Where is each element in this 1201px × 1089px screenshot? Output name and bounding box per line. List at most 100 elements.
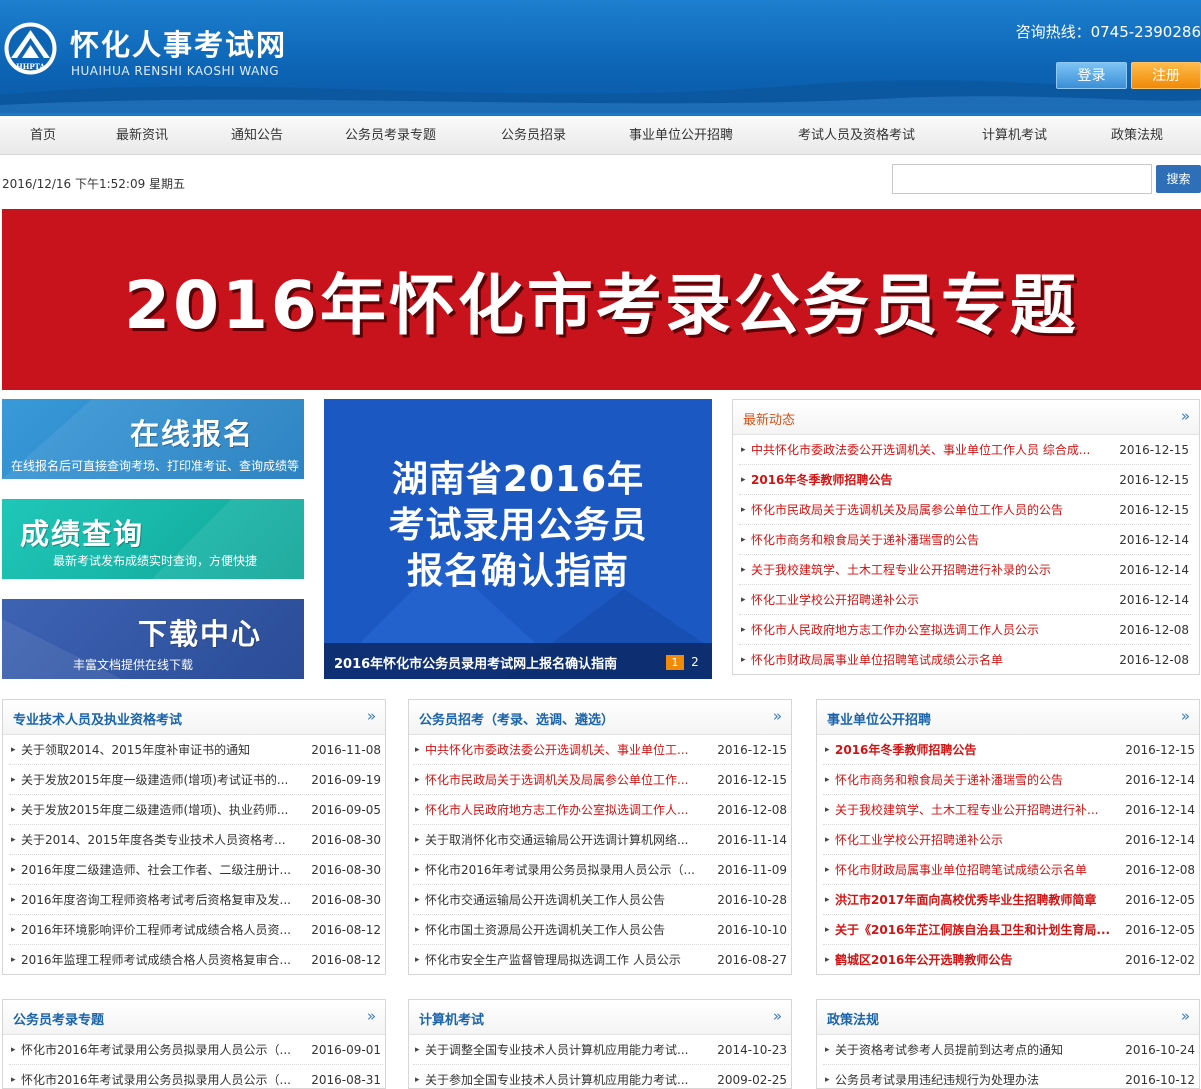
list-item-title[interactable]: 怀化市财政局属事业单位招聘笔试成绩公示名单 bbox=[835, 855, 1115, 885]
register-button[interactable]: 注册 bbox=[1131, 62, 1201, 89]
site-logo-icon[interactable]: HHPTA bbox=[3, 20, 58, 77]
list-item[interactable]: ▸ 2016年冬季教师招聘公告 2016-12-15 bbox=[741, 465, 1189, 495]
slide-dot-1[interactable]: 1 bbox=[666, 655, 684, 670]
list-item-title[interactable]: 怀化市人民政府地方志工作办公室拟选调工作人... bbox=[425, 795, 707, 825]
list-item-title[interactable]: 怀化市人民政府地方志工作办公室拟选调工作人员公示 bbox=[751, 615, 1101, 645]
list-item-title[interactable]: 关于《2016年芷江侗族自治县卫生和计划生育局... bbox=[835, 915, 1115, 945]
nav-item-notices[interactable]: 通知公告 bbox=[231, 116, 283, 155]
list-item-title[interactable]: 怀化市民政局关于选调机关及局属参公单位工作... bbox=[425, 765, 707, 795]
list-item[interactable]: ▸ 公务员考试录用违纪违规行为处理办法 2016-10-12 bbox=[825, 1065, 1195, 1088]
nav-item-news[interactable]: 最新资讯 bbox=[116, 116, 168, 155]
list-item[interactable]: ▸ 关于资格考试参考人员提前到达考点的通知 2016-10-24 bbox=[825, 1035, 1195, 1065]
nav-item-institution[interactable]: 事业单位公开招聘 bbox=[629, 116, 733, 155]
list-item[interactable]: ▸ 关于调整全国专业技术人员计算机应用能力考试... 2014-10-23 bbox=[415, 1035, 787, 1065]
list-item-title[interactable]: 关于发放2015年度二级建造师(增项)、执业药师... bbox=[21, 795, 301, 825]
list-item[interactable]: ▸ 关于《2016年芷江侗族自治县卫生和计划生育局... 2016-12-05 bbox=[825, 915, 1195, 945]
list-item[interactable]: ▸ 关于发放2015年度一级建造师(增项)考试证书的... 2016-09-19 bbox=[11, 765, 381, 795]
list-item[interactable]: ▸ 2016年度咨询工程师资格考试考后资格复审及发... 2016-08-30 bbox=[11, 885, 381, 915]
list-item-title[interactable]: 2016年冬季教师招聘公告 bbox=[835, 735, 1115, 765]
list-item[interactable]: ▸ 怀化市2016年考试录用公务员拟录用人员公示（... 2016-09-01 bbox=[11, 1035, 381, 1065]
list-item-title[interactable]: 关于我校建筑学、土木工程专业公开招聘进行补录的公示 bbox=[751, 555, 1101, 585]
more-icon[interactable]: » bbox=[1181, 407, 1190, 425]
list-item[interactable]: ▸ 洪江市2017年面向高校优秀毕业生招聘教师简章 2016-12-05 bbox=[825, 885, 1195, 915]
list-item-title[interactable]: 怀化市商务和粮食局关于递补潘瑞雪的公告 bbox=[751, 525, 1101, 555]
list-item-title[interactable]: 2016年监理工程师考试成绩合格人员资格复审合... bbox=[21, 945, 301, 974]
list-item-title[interactable]: 公务员考试录用违纪违规行为处理办法 bbox=[835, 1065, 1115, 1088]
list-item[interactable]: ▸ 关于参加全国专业技术人员计算机应用能力考试... 2009-02-25 bbox=[415, 1065, 787, 1088]
slide-dot-2[interactable]: 2 bbox=[688, 655, 702, 670]
list-item-title[interactable]: 2016年环境影响评价工程师考试成绩合格人员资... bbox=[21, 915, 301, 945]
list-item[interactable]: ▸ 怀化市2016年考试录用公务员拟录用人员公示（... 2016-08-31 bbox=[11, 1065, 381, 1088]
list-item[interactable]: ▸ 怀化市民政局关于选调机关及局属参公单位工作... 2016-12-15 bbox=[415, 765, 787, 795]
list-item-title[interactable]: 怀化工业学校公开招聘递补公示 bbox=[751, 585, 1101, 615]
list-item-title[interactable]: 关于领取2014、2015年度补审证书的通知 bbox=[21, 735, 301, 765]
topic-banner[interactable]: 2016年怀化市考录公务员专题 bbox=[2, 209, 1201, 390]
list-item[interactable]: ▸ 关于2014、2015年度各类专业技术人员资格考... 2016-08-30 bbox=[11, 825, 381, 855]
login-button[interactable]: 登录 bbox=[1056, 62, 1127, 89]
download-center-link[interactable]: 下载中心 丰富文档提供在线下载 bbox=[2, 599, 304, 679]
slideshow[interactable]: 湖南省2016年 考试录用公务员 报名确认指南 bbox=[324, 399, 712, 679]
list-item[interactable]: ▸ 怀化市财政局属事业单位招聘笔试成绩公示名单 2016-12-08 bbox=[825, 855, 1195, 885]
list-item[interactable]: ▸ 怀化市财政局属事业单位招聘笔试成绩公示名单 2016-12-08 bbox=[741, 645, 1189, 674]
list-item-title[interactable]: 关于2014、2015年度各类专业技术人员资格考... bbox=[21, 825, 301, 855]
search-button[interactable]: 搜索 bbox=[1156, 165, 1201, 193]
list-item[interactable]: ▸ 怀化市2016年考试录用公务员拟录用人员公示（... 2016-11-09 bbox=[415, 855, 787, 885]
nav-item-exam-qualification[interactable]: 考试人员及资格考试 bbox=[798, 116, 915, 155]
list-item-title[interactable]: 关于发放2015年度一级建造师(增项)考试证书的... bbox=[21, 765, 301, 795]
list-item[interactable]: ▸ 2016年环境影响评价工程师考试成绩合格人员资... 2016-08-12 bbox=[11, 915, 381, 945]
list-item[interactable]: ▸ 怀化市民政局关于选调机关及局属参公单位工作人员的公告 2016-12-15 bbox=[741, 495, 1189, 525]
list-item-title[interactable]: 鹤城区2016年公开选聘教师公告 bbox=[835, 945, 1115, 974]
nav-item-policy[interactable]: 政策法规 bbox=[1111, 116, 1163, 155]
list-item-title[interactable]: 关于资格考试参考人员提前到达考点的通知 bbox=[835, 1035, 1115, 1065]
list-item[interactable]: ▸ 怀化市人民政府地方志工作办公室拟选调工作人员公示 2016-12-08 bbox=[741, 615, 1189, 645]
list-item-title[interactable]: 关于我校建筑学、土木工程专业公开招聘进行补... bbox=[835, 795, 1115, 825]
list-item-title[interactable]: 怀化市2016年考试录用公务员拟录用人员公示（... bbox=[21, 1065, 301, 1088]
list-item[interactable]: ▸ 怀化工业学校公开招聘递补公示 2016-12-14 bbox=[741, 585, 1189, 615]
list-item[interactable]: ▸ 怀化市交通运输局公开选调机关工作人员公告 2016-10-28 bbox=[415, 885, 787, 915]
online-register-link[interactable]: 在线报名 在线报名后可直接查询考场、打印准考证、查询成绩等 bbox=[2, 399, 304, 479]
more-icon[interactable]: » bbox=[367, 1007, 376, 1025]
nav-item-home[interactable]: 首页 bbox=[30, 116, 56, 155]
list-item-title[interactable]: 怀化市2016年考试录用公务员拟录用人员公示（... bbox=[21, 1035, 301, 1065]
more-icon[interactable]: » bbox=[773, 1007, 782, 1025]
more-icon[interactable]: » bbox=[1181, 707, 1190, 725]
list-item-title[interactable]: 怀化市财政局属事业单位招聘笔试成绩公示名单 bbox=[751, 645, 1101, 674]
list-item-title[interactable]: 关于调整全国专业技术人员计算机应用能力考试... bbox=[425, 1035, 707, 1065]
list-item[interactable]: ▸ 2016年度二级建造师、社会工作者、二级注册计... 2016-08-30 bbox=[11, 855, 381, 885]
list-item-title[interactable]: 怀化市2016年考试录用公务员拟录用人员公示（... bbox=[425, 855, 707, 885]
list-item-title[interactable]: 怀化市民政局关于选调机关及局属参公单位工作人员的公告 bbox=[751, 495, 1101, 525]
list-item-title[interactable]: 2016年度咨询工程师资格考试考后资格复审及发... bbox=[21, 885, 301, 915]
list-item[interactable]: ▸ 关于我校建筑学、土木工程专业公开招聘进行补... 2016-12-14 bbox=[825, 795, 1195, 825]
list-item-title[interactable]: 洪江市2017年面向高校优秀毕业生招聘教师简章 bbox=[835, 885, 1115, 915]
nav-item-computer[interactable]: 计算机考试 bbox=[982, 116, 1047, 155]
list-item[interactable]: ▸ 怀化市国土资源局公开选调机关工作人员公告 2016-10-10 bbox=[415, 915, 787, 945]
list-item-title[interactable]: 怀化市国土资源局公开选调机关工作人员公告 bbox=[425, 915, 707, 945]
nav-item-civil-recruit[interactable]: 公务员招录 bbox=[501, 116, 566, 155]
list-item[interactable]: ▸ 中共怀化市委政法委公开选调机关、事业单位工作人员 综合成... 2016-12-… bbox=[741, 435, 1189, 465]
list-item[interactable]: ▸ 怀化市商务和粮食局关于递补潘瑞雪的公告 2016-12-14 bbox=[825, 765, 1195, 795]
list-item[interactable]: ▸ 怀化市商务和粮食局关于递补潘瑞雪的公告 2016-12-14 bbox=[741, 525, 1189, 555]
list-item-title[interactable]: 怀化市安全生产监督管理局拟选调工作 人员公示 bbox=[425, 945, 707, 974]
list-item-title[interactable]: 中共怀化市委政法委公开选调机关、事业单位工作人员 综合成... bbox=[751, 435, 1101, 465]
list-item[interactable]: ▸ 关于取消怀化市交通运输局公开选调计算机网络... 2016-11-14 bbox=[415, 825, 787, 855]
list-item[interactable]: ▸ 2016年监理工程师考试成绩合格人员资格复审合... 2016-08-12 bbox=[11, 945, 381, 974]
list-item[interactable]: ▸ 中共怀化市委政法委公开选调机关、事业单位工... 2016-12-15 bbox=[415, 735, 787, 765]
search-input[interactable] bbox=[892, 164, 1152, 194]
list-item[interactable]: ▸ 关于我校建筑学、土木工程专业公开招聘进行补录的公示 2016-12-14 bbox=[741, 555, 1189, 585]
slide-caption[interactable]: 2016年怀化市公务员录用考试网上报名确认指南 bbox=[334, 653, 617, 672]
list-item-title[interactable]: 关于参加全国专业技术人员计算机应用能力考试... bbox=[425, 1065, 707, 1088]
list-item[interactable]: ▸ 2016年冬季教师招聘公告 2016-12-15 bbox=[825, 735, 1195, 765]
nav-item-civil-topic[interactable]: 公务员考录专题 bbox=[345, 116, 436, 155]
more-icon[interactable]: » bbox=[773, 707, 782, 725]
list-item[interactable]: ▸ 关于领取2014、2015年度补审证书的通知 2016-11-08 bbox=[11, 735, 381, 765]
list-item[interactable]: ▸ 怀化市安全生产监督管理局拟选调工作 人员公示 2016-08-27 bbox=[415, 945, 787, 974]
list-item[interactable]: ▸ 关于发放2015年度二级建造师(增项)、执业药师... 2016-09-05 bbox=[11, 795, 381, 825]
list-item-title[interactable]: 怀化市商务和粮食局关于递补潘瑞雪的公告 bbox=[835, 765, 1115, 795]
more-icon[interactable]: » bbox=[1181, 1007, 1190, 1025]
list-item[interactable]: ▸ 鹤城区2016年公开选聘教师公告 2016-12-02 bbox=[825, 945, 1195, 974]
list-item-title[interactable]: 怀化工业学校公开招聘递补公示 bbox=[835, 825, 1115, 855]
list-item-title[interactable]: 2016年度二级建造师、社会工作者、二级注册计... bbox=[21, 855, 301, 885]
list-item[interactable]: ▸ 怀化工业学校公开招聘递补公示 2016-12-14 bbox=[825, 825, 1195, 855]
list-item[interactable]: ▸ 怀化市人民政府地方志工作办公室拟选调工作人... 2016-12-08 bbox=[415, 795, 787, 825]
list-item-title[interactable]: 怀化市交通运输局公开选调机关工作人员公告 bbox=[425, 885, 707, 915]
